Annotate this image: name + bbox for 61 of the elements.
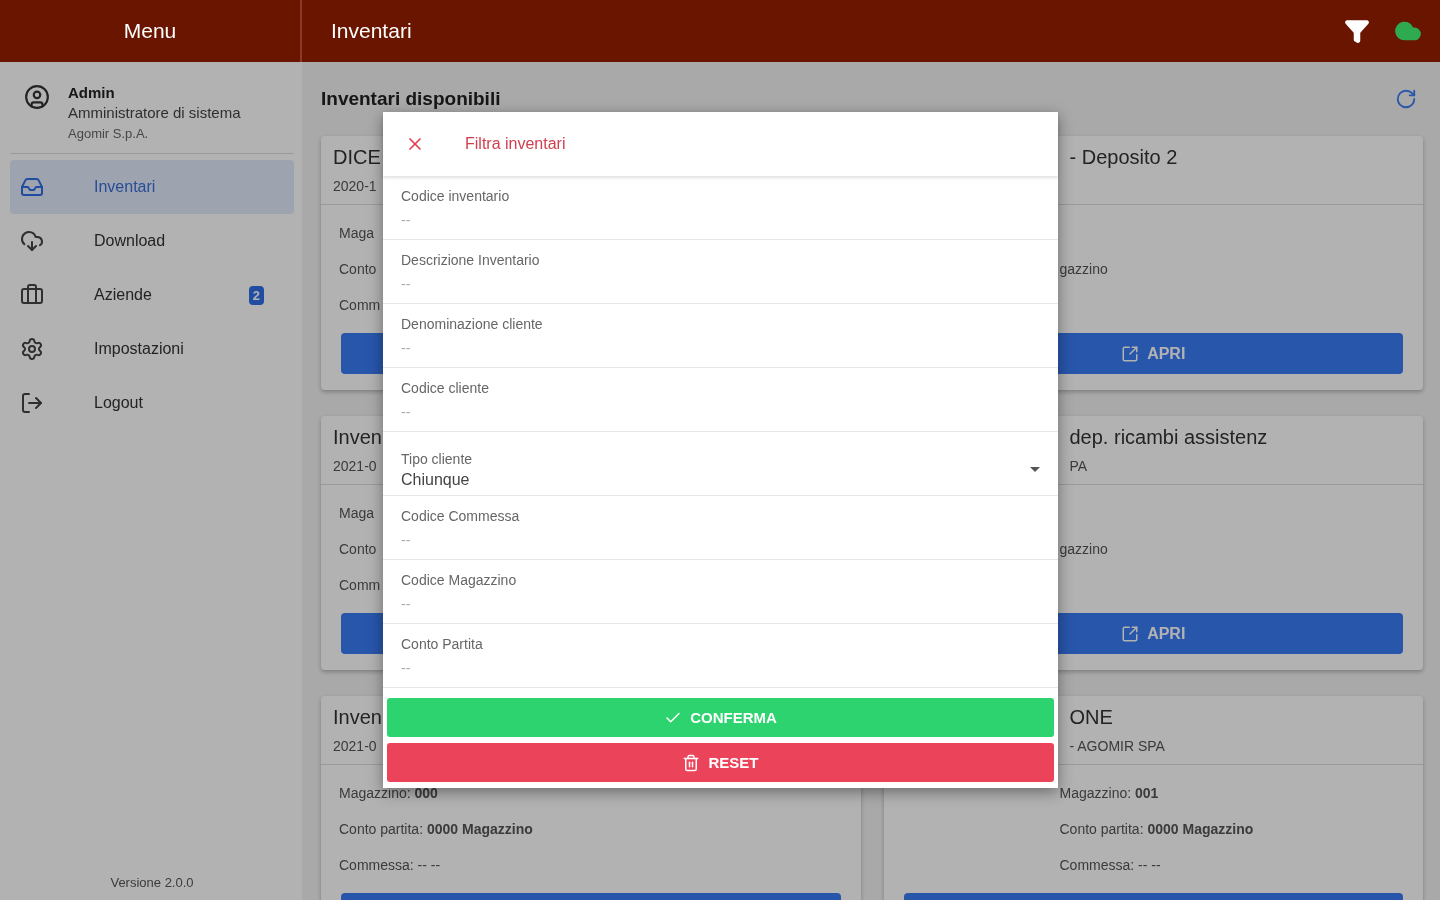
external-link-icon <box>1121 344 1140 363</box>
user-name: Admin <box>68 84 116 101</box>
caret-icon <box>1030 467 1040 472</box>
card-detail: Commessa: -- -- <box>339 857 441 873</box>
field-label: Codice Magazzino <box>401 572 518 588</box>
card-title: DICE <box>333 146 381 169</box>
dialog-title: Filtra inventari <box>465 135 566 153</box>
card-detail: Conto <box>339 541 377 557</box>
trash-icon <box>682 753 701 772</box>
company-name: Agomir S.p.A. <box>68 126 150 141</box>
briefcase-icon <box>20 283 44 307</box>
card-detail: Conto partita: 0000 Magazzino <box>339 821 533 837</box>
field-label: Codice inventario <box>401 188 511 204</box>
card-subtitle: 2021-0 <box>333 738 377 754</box>
sidebar-item[interactable]: Impostazioni <box>10 322 294 376</box>
card-title: dep. ricambi assistenz <box>1069 426 1268 449</box>
inbox-icon <box>20 175 44 199</box>
card-title: Inven <box>333 426 382 449</box>
card-detail: Maga <box>339 225 375 241</box>
field-label: Codice Commessa <box>401 508 521 524</box>
card-detail: Magazzino: 001 <box>1059 785 1159 801</box>
card-subtitle: 2021-0 <box>333 458 377 474</box>
card-subtitle: 2020-1 <box>333 178 377 194</box>
card-detail: Maga <box>339 505 375 521</box>
card-detail: Conto partita: 0000 Magazzino <box>1059 821 1254 837</box>
card-detail: gazzino <box>1059 261 1108 277</box>
field-label: Tipo cliente <box>401 450 474 467</box>
card-detail: Comm <box>339 297 381 313</box>
sidebar-item[interactable]: Aziende 2 <box>10 268 294 322</box>
external-link-icon <box>1121 624 1140 643</box>
card-title: ONE <box>1069 706 1113 729</box>
select-field[interactable]: Tipo cliente Chiunque <box>383 432 1058 496</box>
card-subtitle: - AGOMIR SPA <box>1069 738 1165 754</box>
section-title: Inventari disponibili <box>321 88 501 110</box>
count-badge: 2 <box>248 285 264 305</box>
field-label: Denominazione cliente <box>401 316 544 332</box>
card-detail: Comm <box>339 577 381 593</box>
card-detail: Magazzino: 000 <box>339 785 438 801</box>
field-label: Descrizione Inventario <box>401 252 541 268</box>
logout-icon <box>20 391 44 415</box>
card-title: - Deposito 2 <box>1069 146 1178 169</box>
reset-button[interactable]: RESET <box>387 743 1054 782</box>
user-icon <box>24 84 50 110</box>
field-label: Codice cliente <box>401 380 490 396</box>
version-text: Versione 2.0.0 <box>109 875 195 890</box>
card-detail: Commessa: -- -- <box>1059 857 1161 873</box>
sidebar-item[interactable]: Download <box>10 214 294 268</box>
sidebar-item[interactable]: Logout <box>10 376 294 430</box>
card-detail: Conto <box>339 261 377 277</box>
menu-title: Menu <box>123 19 177 43</box>
user-role: Amministratore di sistema <box>68 104 241 121</box>
page-title: Inventari <box>331 19 413 43</box>
cloud-download-icon <box>20 229 44 253</box>
refresh-icon[interactable] <box>1395 88 1417 110</box>
card-title: Inven <box>333 706 382 729</box>
card-subtitle: PA <box>1069 458 1088 474</box>
field-label: Conto Partita <box>401 636 484 652</box>
card-detail: gazzino <box>1059 541 1108 557</box>
filter-icon[interactable] <box>1344 18 1370 44</box>
settings-icon <box>20 337 44 361</box>
field-value: Chiunque <box>401 470 471 489</box>
